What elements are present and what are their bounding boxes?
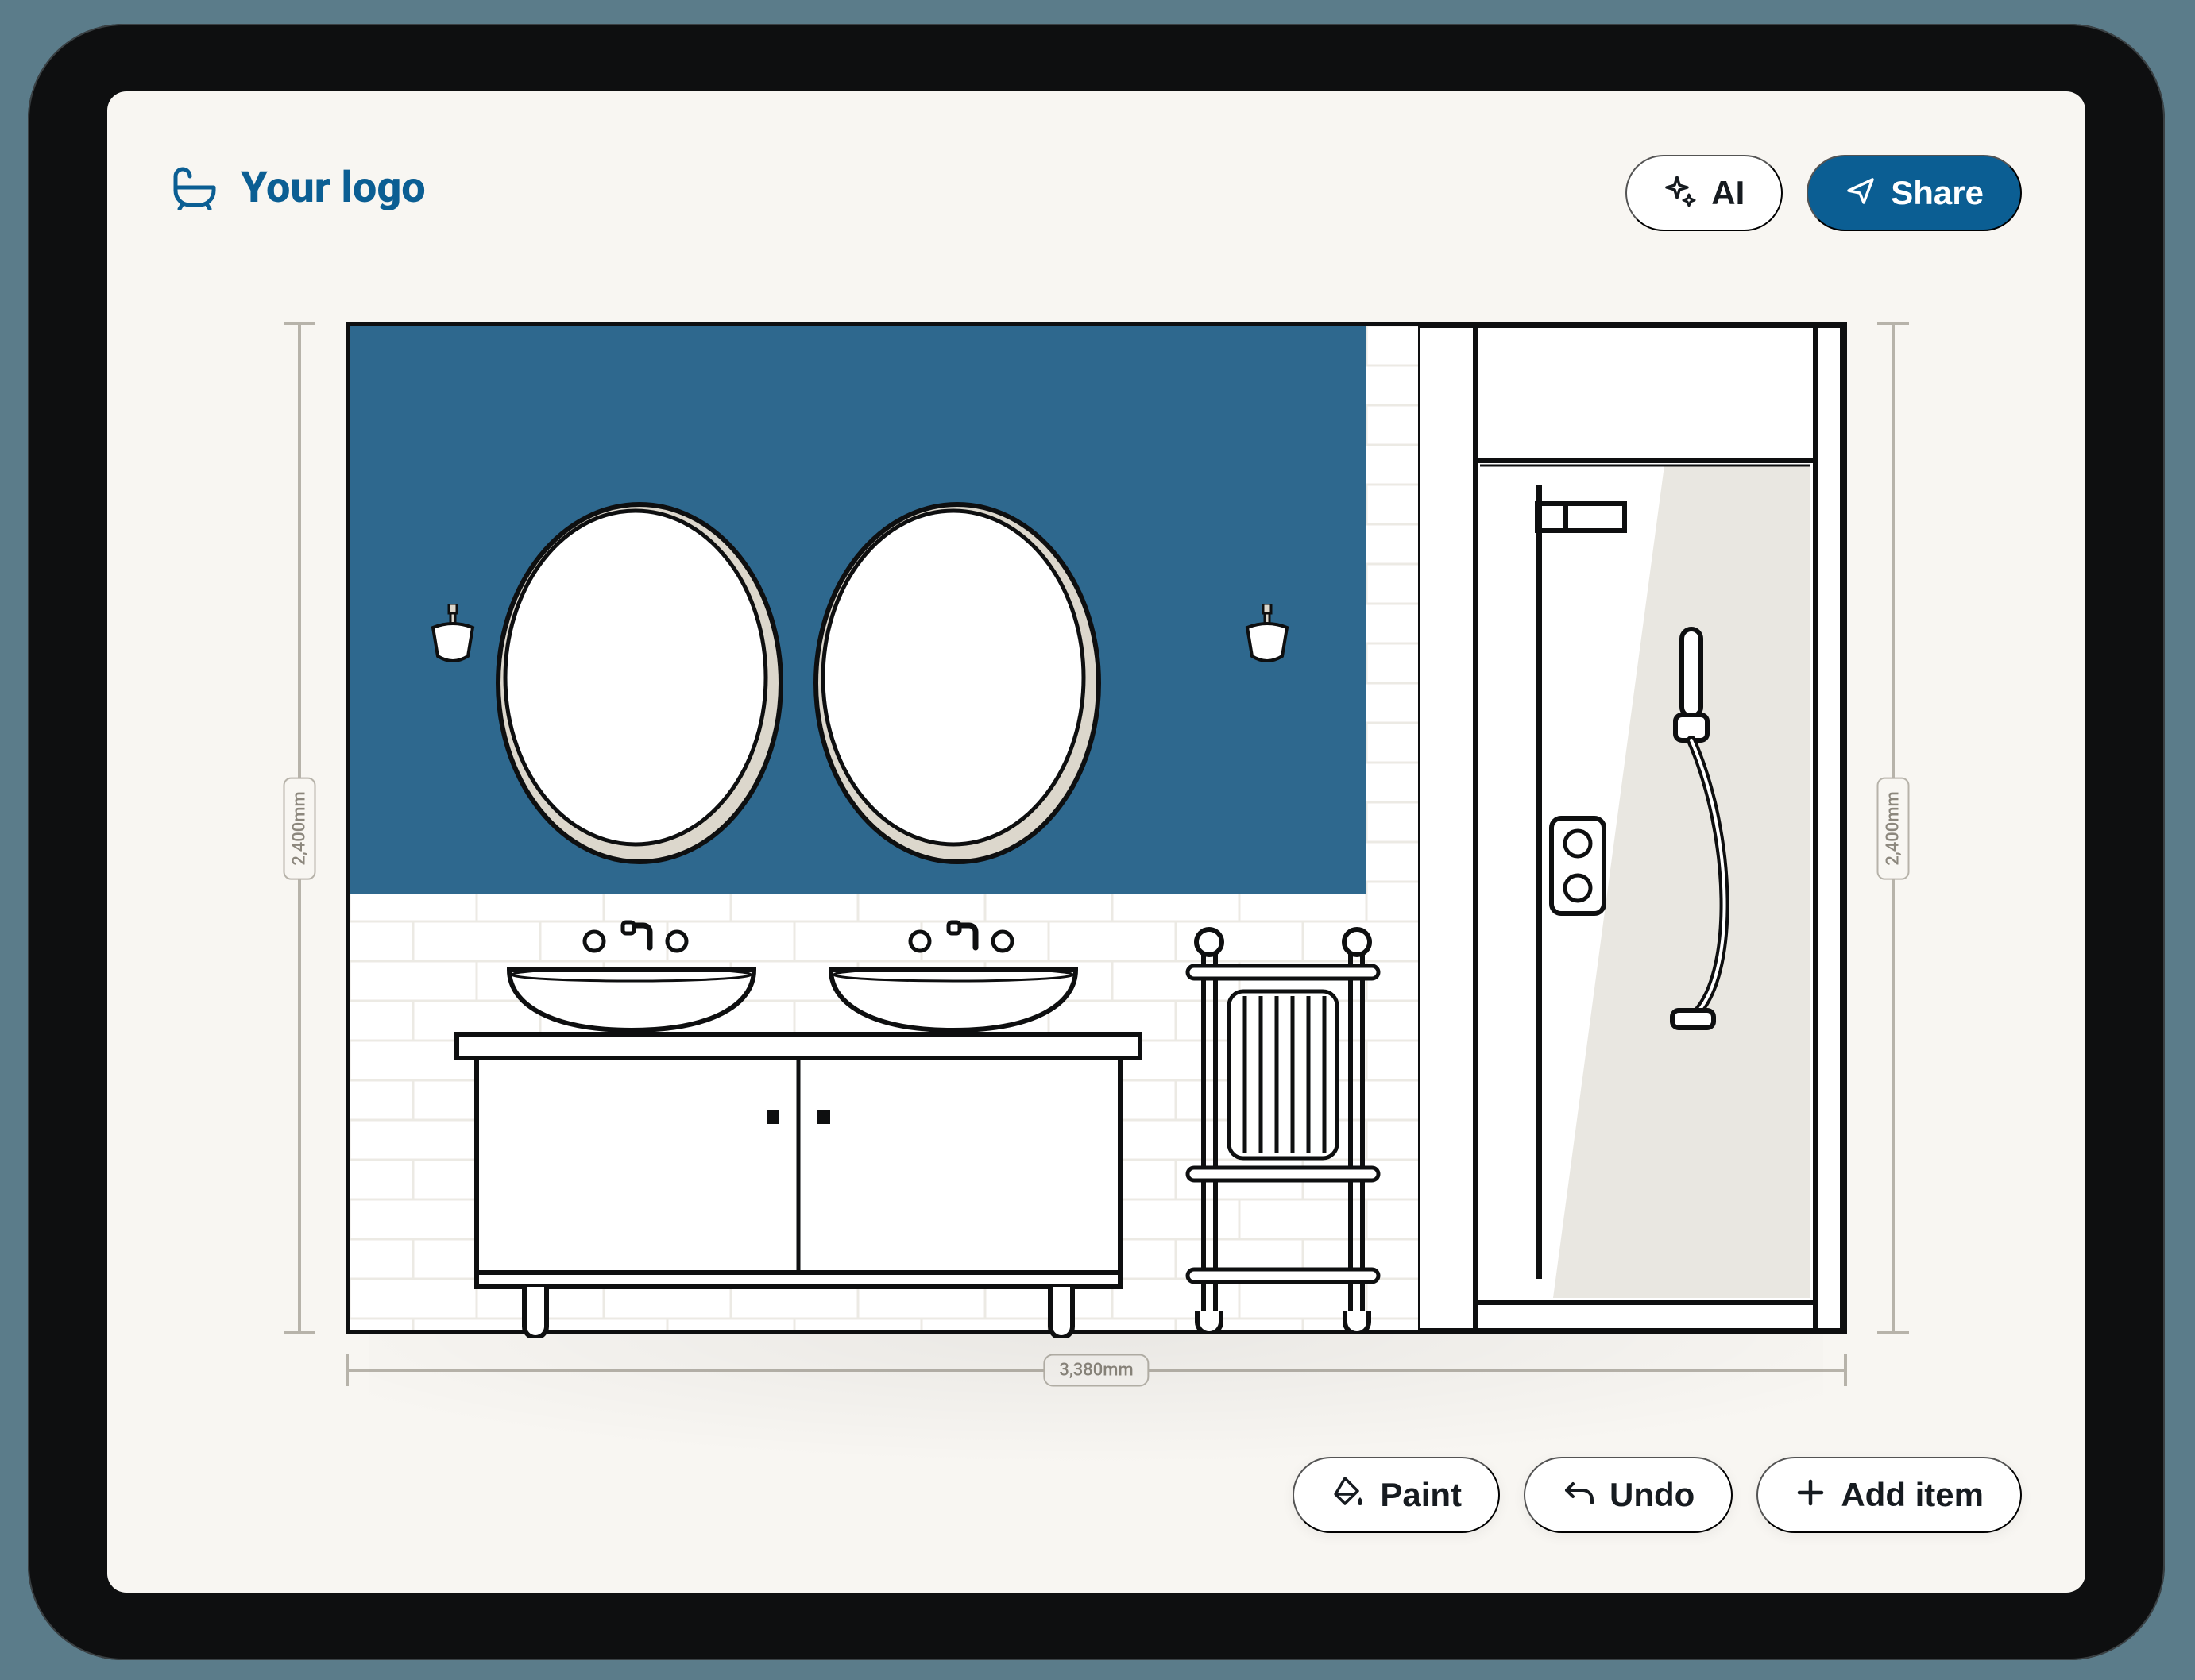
tap-right[interactable] [906,919,1017,959]
dimension-left: 2,400mm [284,322,315,1334]
sparkle-icon [1664,174,1697,213]
mirror-right[interactable] [810,496,1104,870]
undo-button[interactable]: Undo [1524,1457,1733,1533]
send-icon [1845,175,1876,212]
towel-radiator[interactable] [1172,913,1394,1334]
undo-icon [1562,1476,1595,1515]
wall-sconce-right[interactable] [1239,604,1295,667]
mirror-left[interactable] [493,496,786,870]
brand-logo[interactable]: Your logo [171,163,426,213]
add-item-button[interactable]: Add item [1756,1457,2022,1533]
dimension-left-label: 2,400mm [284,777,316,879]
toolbar: Paint Undo Add item [1293,1457,2022,1533]
tablet-frame: Your logo AI [28,24,2165,1660]
app-screen: Your logo AI [107,91,2085,1593]
bathtub-icon [171,167,218,210]
ai-button[interactable]: AI [1625,155,1783,231]
add-item-label: Add item [1841,1478,1984,1512]
share-button[interactable]: Share [1807,155,2022,231]
paint-label: Paint [1380,1478,1462,1512]
design-canvas[interactable]: 2,400mm 2,400mm 3,380mm [322,322,1871,1378]
floor-shadow [369,1330,1823,1466]
plus-icon [1795,1477,1826,1514]
vanity-unit[interactable] [453,1030,1144,1338]
header-actions: AI Share [1625,155,2022,231]
basin-right[interactable] [826,965,1080,1037]
logo-text: Your logo [241,163,426,213]
undo-label: Undo [1610,1478,1695,1512]
header: Your logo AI [107,91,2085,266]
tap-left[interactable] [580,919,691,959]
ai-label: AI [1711,176,1745,210]
share-label: Share [1891,176,1984,210]
dimension-right-label: 2,400mm [1877,777,1910,879]
dimension-right: 2,400mm [1877,322,1909,1334]
basin-left[interactable] [504,965,759,1037]
paint-bucket-icon [1331,1475,1366,1516]
wall-sconce-left[interactable] [425,604,481,667]
paint-button[interactable]: Paint [1293,1457,1500,1533]
elevation-frame [346,322,1847,1334]
shower-enclosure[interactable] [1418,326,1847,1330]
